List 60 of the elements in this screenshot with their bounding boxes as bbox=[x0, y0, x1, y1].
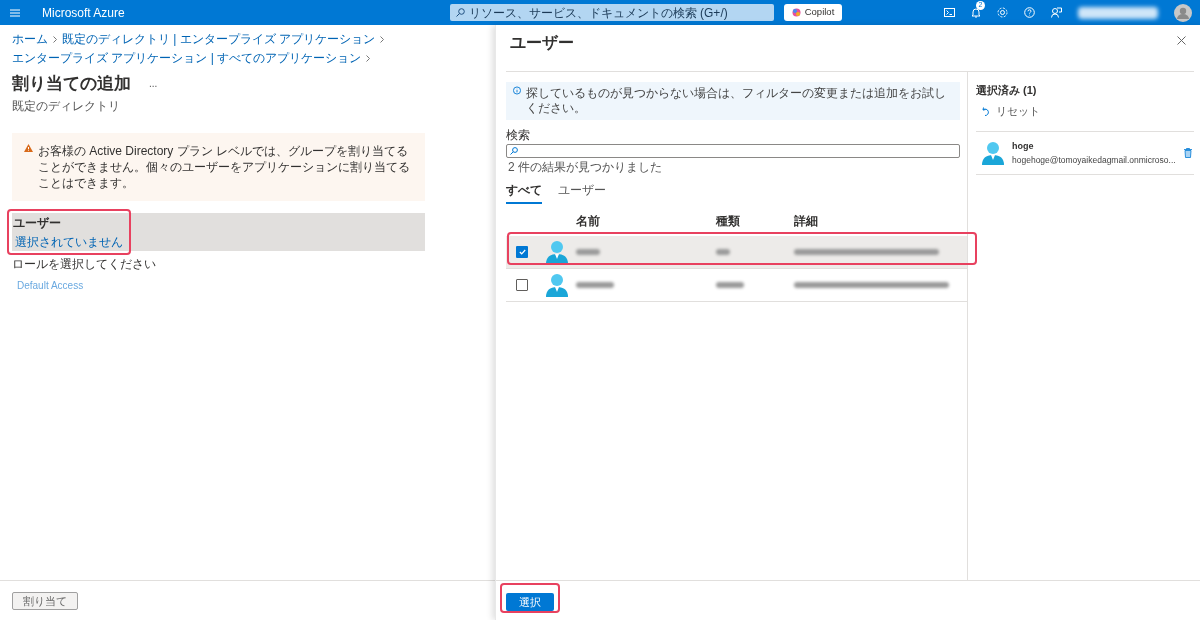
user-icon bbox=[546, 273, 568, 297]
settings-icon[interactable] bbox=[997, 7, 1008, 18]
help-icon[interactable] bbox=[1024, 7, 1035, 18]
menu-icon[interactable] bbox=[10, 8, 20, 17]
blurred-text bbox=[716, 249, 730, 255]
blurred-text bbox=[576, 249, 600, 255]
panel-title: ユーザー bbox=[510, 33, 574, 53]
user-icon bbox=[546, 240, 568, 264]
users-row[interactable] bbox=[12, 212, 425, 251]
column-header: 詳細 bbox=[794, 213, 819, 230]
more-button[interactable]: ... bbox=[149, 76, 158, 92]
search-field[interactable] bbox=[506, 144, 960, 158]
highlight-frame bbox=[500, 582, 560, 613]
checkbox[interactable] bbox=[516, 279, 528, 291]
breadcrumb-link[interactable]: ホーム bbox=[12, 30, 48, 48]
info-icon bbox=[513, 86, 521, 95]
table-row[interactable] bbox=[506, 236, 967, 269]
warning-text: お客様の Active Directory プラン レベルでは、グループを割り当てることができません。個々のユーザーをアプリケーションに割り当てることはできます。 bbox=[38, 142, 411, 191]
search-field[interactable]: リソース、サービス、ドキュメントの検索 (G+/) bbox=[449, 4, 774, 21]
delete-icon[interactable] bbox=[1183, 148, 1192, 159]
checkbox[interactable] bbox=[516, 246, 528, 258]
search-label: 検索 bbox=[506, 127, 531, 144]
copilot-button[interactable]: Copilot bbox=[783, 4, 843, 21]
chevron-icon bbox=[366, 54, 371, 62]
result-count: 2 件の結果が見つかりました bbox=[508, 159, 663, 176]
users-label: ユーザー bbox=[13, 214, 61, 232]
chevron-icon bbox=[380, 35, 385, 43]
page-subtitle: 既定のディレクトリ bbox=[11, 97, 121, 115]
page-title: 割り当ての追加 bbox=[12, 73, 131, 95]
breadcrumb-link[interactable]: エンタープライズ アプリケーション | すべてのアプリケーション bbox=[12, 49, 362, 67]
undo-icon bbox=[982, 105, 990, 116]
reset-button[interactable]: リセット bbox=[982, 102, 1194, 119]
feedback-icon[interactable] bbox=[1051, 7, 1062, 18]
selected-user-email: hogehoge@tomoyaikedagmail.onmicroso... bbox=[1012, 153, 1176, 167]
chevron-icon bbox=[53, 35, 57, 43]
column-header: 種類 bbox=[716, 213, 741, 230]
brand-name[interactable]: Microsoft Azure bbox=[42, 3, 125, 22]
selected-title: 選択済み (1) bbox=[976, 83, 1038, 98]
copilot-icon bbox=[791, 8, 801, 17]
column-header: 名前 bbox=[576, 213, 601, 230]
search-icon bbox=[510, 147, 518, 155]
search-icon bbox=[455, 8, 465, 17]
selected-user-name: hoge bbox=[1012, 140, 1035, 153]
users-value-link[interactable]: 選択されていません bbox=[15, 232, 123, 251]
checkmark-icon bbox=[518, 249, 526, 255]
tab[interactable]: ユーザー bbox=[558, 181, 606, 204]
breadcrumb-link[interactable]: 既定のディレクトリ | エンタープライズ アプリケーション bbox=[62, 30, 376, 48]
warning-icon bbox=[24, 143, 33, 152]
close-icon[interactable] bbox=[1176, 36, 1186, 45]
role-label: ロールを選択してください bbox=[12, 256, 157, 271]
tab[interactable]: すべて bbox=[506, 181, 542, 204]
user-icon bbox=[982, 141, 1004, 166]
terminal-icon[interactable] bbox=[944, 8, 955, 17]
bell-icon[interactable] bbox=[971, 7, 981, 18]
blurred-account[interactable] bbox=[1078, 6, 1158, 19]
blurred-text bbox=[716, 282, 744, 288]
select-button[interactable]: 選択 bbox=[506, 592, 554, 611]
blurred-text bbox=[576, 282, 614, 288]
info-text: 探しているものが見つからない場合は、フィルターの変更または追加をお試しください。 bbox=[526, 86, 947, 116]
avatar-icon[interactable] bbox=[1174, 3, 1192, 22]
